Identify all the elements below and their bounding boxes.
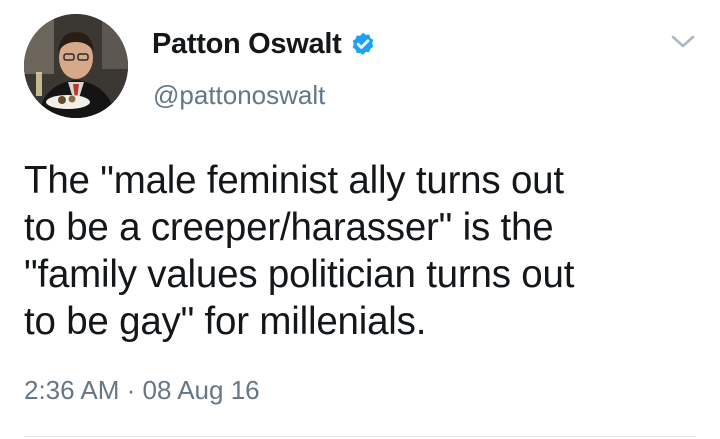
tweet-text-line: The "male feminist ally turns out bbox=[24, 159, 564, 202]
author-display-name[interactable]: Patton Oswalt bbox=[152, 28, 342, 61]
chevron-down-icon[interactable] bbox=[668, 28, 698, 54]
author-name-row[interactable]: Patton Oswalt bbox=[152, 28, 377, 61]
verified-badge-icon bbox=[353, 32, 374, 55]
tweet-text-line: to be gay" for millenials. bbox=[24, 300, 427, 343]
divider bbox=[24, 436, 696, 437]
tweet-text-line: to be a creeper/harasser" is the bbox=[24, 206, 554, 249]
avatar-photo bbox=[24, 14, 128, 118]
tweet-text-line: "family values politician turns out bbox=[24, 253, 575, 296]
tweet-timestamp[interactable]: 2:36 AM · 08 Aug 16 bbox=[24, 375, 260, 406]
tweet-text: The "male feminist ally turns out to be … bbox=[24, 157, 704, 345]
author-avatar[interactable] bbox=[24, 14, 128, 118]
author-handle[interactable]: @pattonoswalt bbox=[153, 80, 325, 111]
tweet-card: Patton Oswalt @pattonoswalt The "male fe… bbox=[0, 0, 720, 439]
